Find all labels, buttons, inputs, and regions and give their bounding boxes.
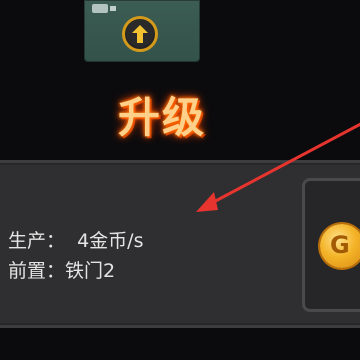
red-arrow-icon [196,122,360,212]
game-screen: 升级 生产： 4金币/s 前置：铁门2 G [0,0,360,360]
